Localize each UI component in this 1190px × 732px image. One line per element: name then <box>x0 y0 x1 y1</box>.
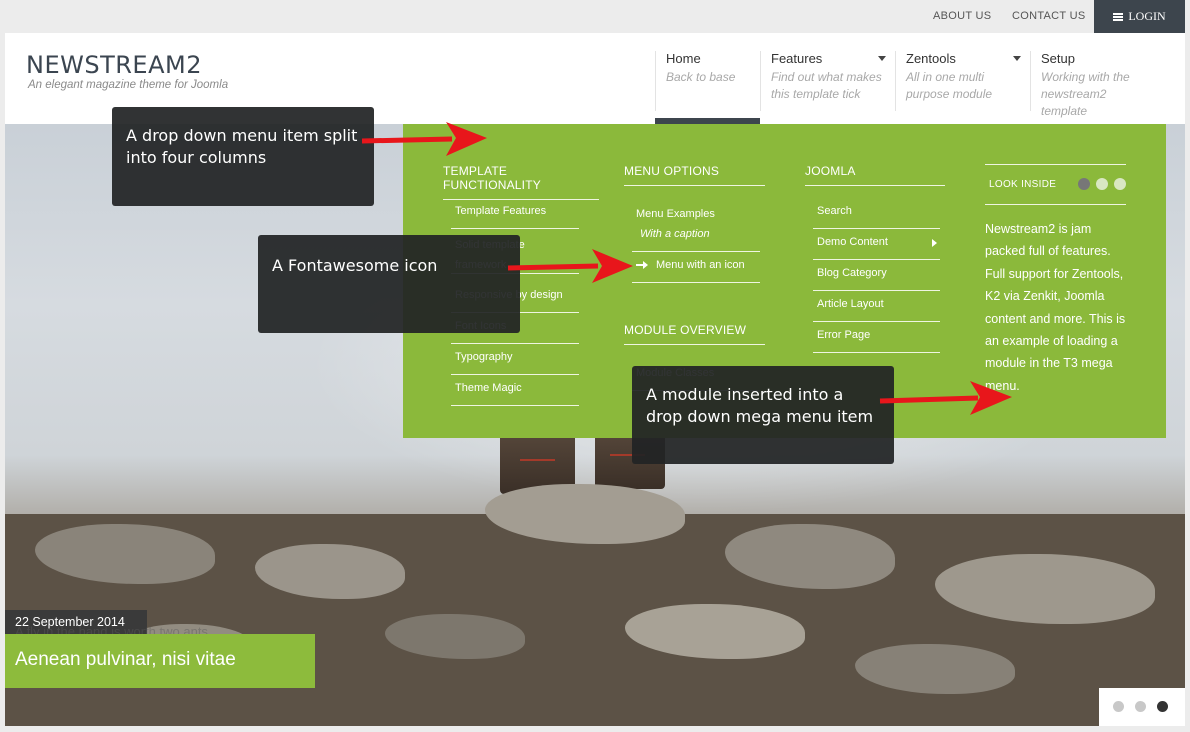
nav-subtitle: Back to base <box>666 70 736 84</box>
about-us-link[interactable]: ABOUT US <box>933 10 991 22</box>
menu-item-error-page[interactable]: Error Page <box>813 322 940 353</box>
look-inside-title: LOOK INSIDE <box>989 179 1057 190</box>
caret-right-icon <box>932 239 937 247</box>
annotation-four-columns: A drop down menu item split into four co… <box>112 107 374 206</box>
mega-col-heading-module-overview: MODULE OVERVIEW <box>624 323 765 345</box>
menu-item-blog-category[interactable]: Blog Category <box>813 260 940 291</box>
nav-item-zentools[interactable]: Zentools All in one multi purpose module <box>895 51 1030 111</box>
nav-subtitle: Working with the newstream2 template <box>1041 70 1130 118</box>
menu-bars-icon <box>1113 12 1124 21</box>
look-inside-module-header: LOOK INSIDE <box>985 164 1126 205</box>
nav-item-home[interactable]: Home Back to base <box>655 51 759 111</box>
nav-subtitle: Find out what makes this template tick <box>771 70 882 101</box>
nav-item-features[interactable]: Features Find out what makes this templa… <box>760 51 895 111</box>
page: ABOUT US CONTACT US LOGIN NEWSTREAM2 An … <box>0 0 1190 732</box>
menu-item-article-layout[interactable]: Article Layout <box>813 291 940 322</box>
annotation-fontawesome-icon: A Fontawesome icon <box>258 235 520 333</box>
menu-item-menu-with-icon[interactable]: Menu with an icon <box>632 252 760 283</box>
slide-dot-2[interactable] <box>1135 701 1146 712</box>
look-inside-module-text: Newstream2 is jam packed full of feature… <box>985 222 1126 393</box>
chevron-down-icon <box>878 56 886 61</box>
nav-title: Zentools <box>906 51 956 66</box>
menu-item-label: Menu Examples <box>636 208 715 220</box>
slideshow-pagination <box>1099 688 1185 726</box>
menu-item-menu-examples[interactable]: Menu Examples With a caption <box>632 198 760 252</box>
module-slide-dot-1[interactable] <box>1078 178 1090 190</box>
nav-title: Features <box>771 51 823 66</box>
contact-us-link[interactable]: CONTACT US <box>1012 10 1086 22</box>
menu-item-caption: With a caption <box>640 228 710 240</box>
menu-item-theme-magic[interactable]: Theme Magic <box>451 375 579 406</box>
mega-col-heading-menu-options: MENU OPTIONS <box>624 164 765 186</box>
nav-item-setup[interactable]: Setup Working with the newstream2 templa… <box>1030 51 1155 118</box>
chevron-down-icon <box>1013 56 1021 61</box>
slide-dot-3-active[interactable] <box>1157 701 1168 712</box>
top-bar: ABOUT US CONTACT US LOGIN <box>0 0 1190 33</box>
login-label: LOGIN <box>1128 9 1166 23</box>
slide-title[interactable]: Aenean pulvinar, nisi vitae <box>5 634 315 688</box>
menu-item-template-features[interactable]: Template Features <box>451 198 579 229</box>
menu-item-label: Demo Content <box>817 236 888 248</box>
boot-lace <box>520 459 555 461</box>
long-arrow-right-icon <box>636 261 648 270</box>
site-tagline: An elegant magazine theme for Joomla <box>28 79 229 91</box>
login-button[interactable]: LOGIN <box>1094 0 1185 33</box>
nav-title: Home <box>666 51 701 66</box>
nav-title: Setup <box>1041 51 1075 66</box>
annotation-module-in-menu: A module inserted into a drop down mega … <box>632 366 894 464</box>
menu-item-demo-content[interactable]: Demo Content <box>813 229 940 260</box>
module-slide-dot-3[interactable] <box>1114 178 1126 190</box>
module-slide-dot-2[interactable] <box>1096 178 1108 190</box>
nav-subtitle: All in one multi purpose module <box>906 70 993 101</box>
site-logo[interactable]: NEWSTREAM2 <box>26 51 202 79</box>
menu-item-typography[interactable]: Typography <box>451 344 579 375</box>
mega-col-heading-joomla: JOOMLA <box>805 164 945 186</box>
menu-item-search[interactable]: Search <box>813 198 940 229</box>
menu-item-label: Menu with an icon <box>656 259 745 271</box>
mega-col-heading-template-functionality: TEMPLATE FUNCTIONALITY <box>443 164 599 200</box>
slide-dot-1[interactable] <box>1113 701 1124 712</box>
